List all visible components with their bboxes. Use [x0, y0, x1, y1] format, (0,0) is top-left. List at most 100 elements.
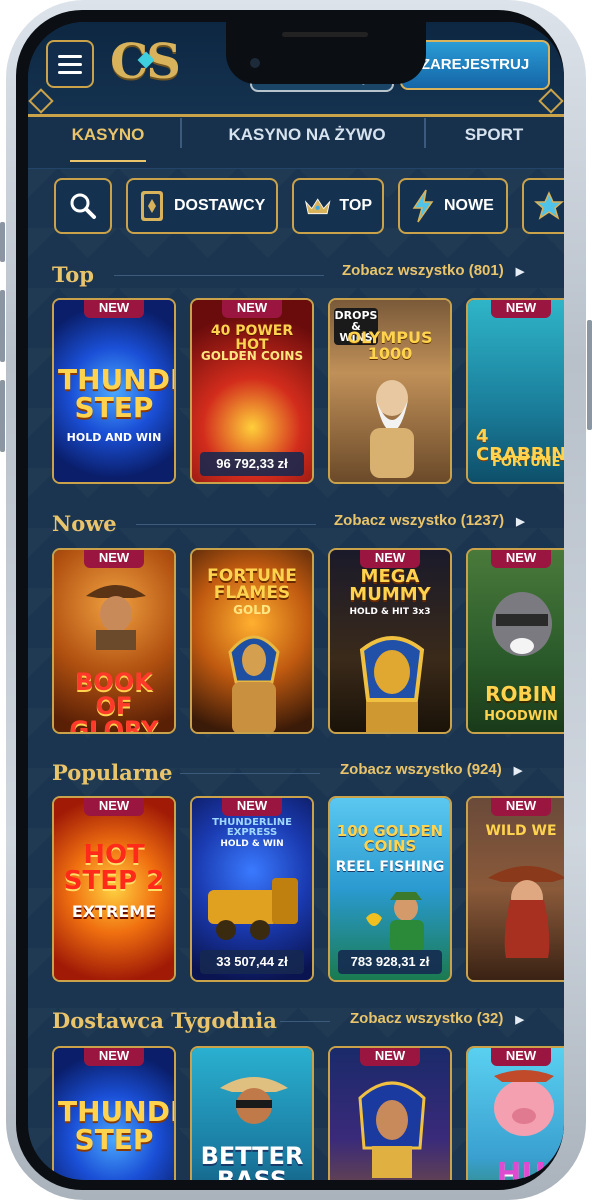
game-card[interactable]: DROPS & WINS OLYMPUS 1000	[328, 298, 452, 484]
section-title-dostawca-tygodnia: Dostawca Tygodnia	[52, 1008, 277, 1033]
game-title: HU	[496, 1157, 546, 1181]
tab-sport[interactable]: SPORT	[454, 114, 534, 168]
game-subtitle: HOODWIN	[484, 709, 558, 724]
filter-bar: DOSTAWCY TOP NOWE	[28, 168, 564, 248]
game-card[interactable]: NEW THUNDERLINE EXPRESS HOLD & WIN 33 50…	[190, 796, 314, 982]
game-card[interactable]: NEW 40 POWER HOT GOLDEN COINS 96 792,33 …	[190, 298, 314, 484]
filter-dostawcy[interactable]: DOSTAWCY	[126, 178, 278, 234]
filter-nowe[interactable]: NOWE	[398, 178, 508, 234]
new-badge: NEW	[360, 550, 420, 568]
ornament-icon	[28, 88, 54, 114]
new-badge: NEW	[84, 550, 144, 568]
new-badge: NEW	[222, 798, 282, 816]
filter-top[interactable]: TOP	[292, 178, 384, 234]
see-all-dostawca-link[interactable]: Zobacz wszystko (32) ▶	[350, 1010, 524, 1027]
game-card[interactable]: BETTER BASS	[190, 1046, 314, 1180]
phone-volume-up-button	[0, 290, 5, 362]
cleopatra-figure	[358, 1081, 426, 1178]
star-icon	[534, 191, 564, 220]
phone-power-button	[587, 320, 592, 430]
game-card[interactable]: NEW WILD WE	[466, 796, 564, 982]
section-divider	[280, 1021, 330, 1022]
category-tabs: KASYNO KASYNO NA ŻYWO SPORT	[28, 114, 564, 169]
search-icon	[70, 193, 96, 219]
game-title: 100 GOLDEN COINS	[336, 822, 444, 855]
pharaoh-figure	[228, 635, 280, 732]
see-all-nowe-link[interactable]: Zobacz wszystko (1237) ▶	[334, 512, 525, 529]
new-badge: NEW	[84, 300, 144, 318]
section-divider	[136, 524, 316, 525]
train-figure	[208, 878, 298, 940]
raccoon-figure	[492, 592, 552, 656]
tab-divider	[424, 118, 426, 148]
game-card[interactable]: NEW THUNDER STEP HOLD AND WIN	[52, 298, 176, 484]
game-subtitle: HOLD & HIT 3x3	[349, 607, 431, 617]
fisherman-hat-figure	[220, 1077, 288, 1124]
game-title: 40 POWER HOT	[210, 323, 294, 353]
see-all-popularne-link[interactable]: Zobacz wszystko (924) ▶	[340, 761, 522, 778]
notch	[226, 22, 426, 84]
game-title: THUNDER STEP	[58, 363, 174, 424]
new-badge: NEW	[222, 300, 282, 318]
game-title: WILD WE	[485, 823, 557, 839]
jackpot-amount: 783 928,31 zł	[338, 950, 442, 974]
filter-label: TOP	[339, 197, 372, 214]
explorer-figure	[86, 585, 146, 650]
game-card[interactable]: NEW	[328, 1046, 452, 1180]
section-divider	[180, 773, 320, 774]
game-card[interactable]: NEW ROBIN HOODWIN	[466, 548, 564, 734]
menu-button[interactable]	[46, 40, 94, 88]
game-card[interactable]: NEW HU	[466, 1046, 564, 1180]
search-button[interactable]	[54, 178, 112, 234]
game-card[interactable]: NEW MEGA MUMMY HOLD & HIT 3x3	[328, 548, 452, 734]
new-badge: NEW	[84, 1048, 144, 1066]
section-title-popularne: Popularne	[52, 760, 173, 785]
game-card[interactable]: NEW THUNDER STEP	[52, 1046, 176, 1180]
game-subtitle: GOLDEN COINS	[200, 349, 304, 363]
filter-label: DOSTAWCY	[174, 197, 266, 214]
arrow-right-icon: ▶	[513, 765, 523, 777]
tab-kasyno-na-zywo[interactable]: KASYNO NA ŻYWO	[204, 114, 410, 168]
game-title: THUNDER STEP	[58, 1095, 174, 1156]
game-subtitle: EXTREME	[71, 902, 157, 921]
new-badge: NEW	[491, 1048, 551, 1066]
tab-kasyno[interactable]: KASYNO	[62, 114, 154, 168]
game-title: MEGA MUMMY	[349, 566, 431, 605]
game-subtitle: FORTUNE	[492, 455, 561, 470]
see-all-top-link[interactable]: Zobacz wszystko (801) ▶	[342, 262, 524, 279]
jackpot-amount: 96 792,33 zł	[200, 452, 304, 476]
game-card[interactable]: FORTUNE FLAMES GOLD	[190, 548, 314, 734]
game-title: FORTUNE FLAMES	[207, 566, 297, 603]
mummy-mask-figure	[359, 636, 425, 732]
game-card[interactable]: NEW 4 CRABBIN FORTUNE	[466, 298, 564, 484]
phone-volume-down-button	[0, 380, 5, 452]
tab-divider	[180, 118, 182, 148]
game-title: ROBIN	[485, 682, 557, 706]
ornament-icon	[538, 88, 564, 114]
game-card[interactable]: NEW BOOK OF GLORY	[52, 548, 176, 734]
game-title: OLYMPUS 1000	[347, 328, 433, 363]
game-subtitle: HOLD AND WIN	[66, 431, 162, 444]
section-divider	[114, 275, 324, 276]
game-title: BETTER BASS	[200, 1142, 304, 1180]
cowgirl-figure	[488, 866, 564, 958]
logo[interactable]: CS	[110, 34, 181, 90]
game-title: BOOK OF GLORY	[69, 668, 159, 734]
filter-favorites[interactable]	[522, 178, 564, 234]
cards-icon	[141, 191, 163, 221]
filter-label: NOWE	[444, 197, 494, 214]
zeus-figure	[370, 380, 414, 478]
game-card[interactable]: 100 GOLDEN COINS REEL FISHING 783 928,31…	[328, 796, 452, 982]
new-badge: NEW	[84, 798, 144, 816]
crown-icon	[304, 198, 331, 215]
lightning-icon	[412, 189, 434, 223]
camera-icon	[250, 58, 260, 68]
game-card[interactable]: NEW HOT STEP 2 EXTREME	[52, 796, 176, 982]
new-badge: NEW	[360, 1048, 420, 1066]
new-badge: NEW	[491, 550, 551, 568]
screen: CS ZALOGUJ SIĘ ZAREJESTRUJ KASYNO KASYNO…	[28, 22, 564, 1180]
new-badge: NEW	[491, 798, 551, 816]
game-title: THUNDERLINE EXPRESS	[212, 817, 292, 838]
pig-figure	[494, 1070, 554, 1136]
game-subtitle: REEL FISHING	[335, 859, 445, 875]
